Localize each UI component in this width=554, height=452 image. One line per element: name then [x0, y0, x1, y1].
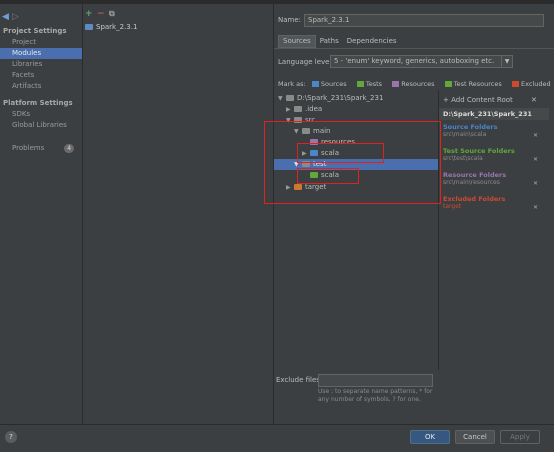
- modules-pane: + − ⧉ Spark_2.3.1: [83, 4, 274, 424]
- folder-icon: [294, 106, 302, 112]
- mark-test-resources-label: Test Resources: [453, 80, 502, 88]
- resource-folders-header: Resource Folders: [443, 171, 507, 179]
- sidebar-item-sdks[interactable]: SDKs: [0, 109, 82, 120]
- mark-tests-button[interactable]: Tests: [356, 80, 386, 88]
- tab-sources[interactable]: Sources: [278, 35, 316, 48]
- tab-bar: Sources Paths Dependencies: [278, 35, 401, 48]
- collapsed-icon: ▶: [286, 106, 291, 113]
- tab-paths[interactable]: Paths: [316, 36, 343, 47]
- problems-label: Problems: [12, 144, 45, 152]
- excluded-folder-icon: [512, 81, 519, 87]
- tree-label: .idea: [305, 105, 323, 113]
- copy-icon[interactable]: ⧉: [109, 9, 121, 19]
- add-content-root-link[interactable]: + Add Content Root: [443, 96, 513, 104]
- test-source-folders-header: Test Source Folders: [443, 147, 515, 155]
- project-settings-header: Project Settings: [3, 27, 67, 35]
- remove-excluded-icon[interactable]: ✕: [533, 204, 538, 211]
- ok-button[interactable]: OK: [410, 430, 450, 444]
- remove-test-source-icon[interactable]: ✕: [533, 156, 538, 163]
- exclude-files-label: Exclude files:: [276, 376, 323, 384]
- mark-sources-button[interactable]: Sources: [311, 80, 351, 88]
- remove-source-icon[interactable]: ✕: [533, 132, 538, 139]
- sidebar-item-modules[interactable]: Modules: [0, 48, 82, 59]
- back-icon[interactable]: ◀: [2, 12, 12, 22]
- platform-settings-header: Platform Settings: [3, 99, 73, 107]
- sources-folder-icon: [311, 81, 319, 87]
- sidebar-item-facets[interactable]: Facets: [0, 70, 82, 81]
- mark-sources-label: Sources: [320, 80, 347, 88]
- module-folder-icon: [85, 24, 93, 30]
- highlight-box-test-scala: [297, 168, 359, 184]
- tree-label: D:\Spark_231\Spark_231: [297, 94, 384, 102]
- language-level-select[interactable]: 5 - 'enum' keyword, generics, autoboxing…: [330, 55, 505, 68]
- exclude-files-input[interactable]: [318, 374, 433, 387]
- highlight-box-main-scala: [297, 143, 384, 163]
- content-roots-pane: + Add Content Root D:\Spark_231\Spark_23…: [438, 90, 549, 370]
- sidebar-item-global-libraries[interactable]: Global Libraries: [0, 120, 82, 131]
- source-folders-header: Source Folders: [443, 123, 498, 131]
- sidebar-item-problems[interactable]: Problems 4: [0, 143, 82, 154]
- module-name: Spark_2.3.1: [96, 23, 138, 31]
- cancel-button[interactable]: Cancel: [455, 430, 495, 444]
- help-icon[interactable]: ?: [5, 431, 17, 443]
- add-icon[interactable]: +: [85, 9, 97, 19]
- mark-excluded-button[interactable]: Excluded: [512, 80, 554, 88]
- mark-excluded-label: Excluded: [521, 80, 551, 88]
- settings-sidebar: ◀ ▷ Project Settings Project Modules Libr…: [0, 4, 83, 424]
- tree-row-idea[interactable]: ▶ .idea: [274, 104, 448, 115]
- apply-button[interactable]: Apply: [500, 430, 540, 444]
- dialog-footer: ? OK Cancel Apply: [0, 424, 554, 452]
- resource-folder-path: src\main\resources: [443, 179, 500, 186]
- sidebar-item-libraries[interactable]: Libraries: [0, 59, 82, 70]
- tests-folder-icon: [356, 81, 364, 87]
- mark-tests-label: Tests: [365, 80, 383, 88]
- test-source-folder-path: src\test\scala: [443, 155, 483, 162]
- source-folder-path: src\main\scala: [443, 131, 487, 138]
- mark-resources-label: Resources: [401, 80, 435, 88]
- excluded-folders-header: Excluded Folders: [443, 195, 506, 203]
- language-level-label: Language level:: [278, 58, 334, 66]
- mark-resources-button[interactable]: Resources: [392, 80, 438, 88]
- sidebar-item-project[interactable]: Project: [0, 37, 82, 48]
- forward-icon[interactable]: ▷: [12, 12, 22, 22]
- mark-as-label: Mark as:: [278, 80, 306, 88]
- name-label: Name:: [278, 16, 302, 24]
- mark-as-bar: Mark as: Sources Tests Resources Test Re…: [278, 80, 554, 88]
- mark-test-resources-button[interactable]: Test Resources: [444, 80, 506, 88]
- tab-divider: [274, 48, 554, 49]
- content-root-header: D:\Spark_231\Spark_231: [439, 108, 549, 120]
- test-resources-folder-icon: [444, 81, 452, 87]
- problems-count-badge: 4: [64, 144, 75, 153]
- remove-resource-icon[interactable]: ✕: [533, 180, 538, 187]
- exclude-files-hint: Use ; to separate name patterns, * for a…: [318, 388, 433, 403]
- content-root-path: D:\Spark_231\Spark_231: [443, 110, 532, 118]
- modules-toolbar: + − ⧉: [85, 9, 121, 19]
- sidebar-item-artifacts[interactable]: Artifacts: [0, 81, 82, 92]
- folder-icon: [286, 95, 294, 101]
- module-item[interactable]: Spark_2.3.1: [85, 22, 271, 33]
- chevron-down-icon[interactable]: ▼: [501, 55, 513, 68]
- expanded-icon: ▼: [278, 95, 283, 102]
- tree-row-root[interactable]: ▼ D:\Spark_231\Spark_231: [274, 93, 440, 104]
- excluded-folder-path: target: [443, 203, 462, 210]
- tab-dependencies[interactable]: Dependencies: [343, 36, 401, 47]
- nav-buttons: ◀ ▷: [2, 12, 22, 22]
- resources-folder-icon: [392, 81, 400, 87]
- close-icon[interactable]: ✕: [531, 96, 537, 104]
- remove-icon[interactable]: −: [97, 9, 109, 19]
- name-field[interactable]: Spark_2.3.1: [304, 14, 544, 27]
